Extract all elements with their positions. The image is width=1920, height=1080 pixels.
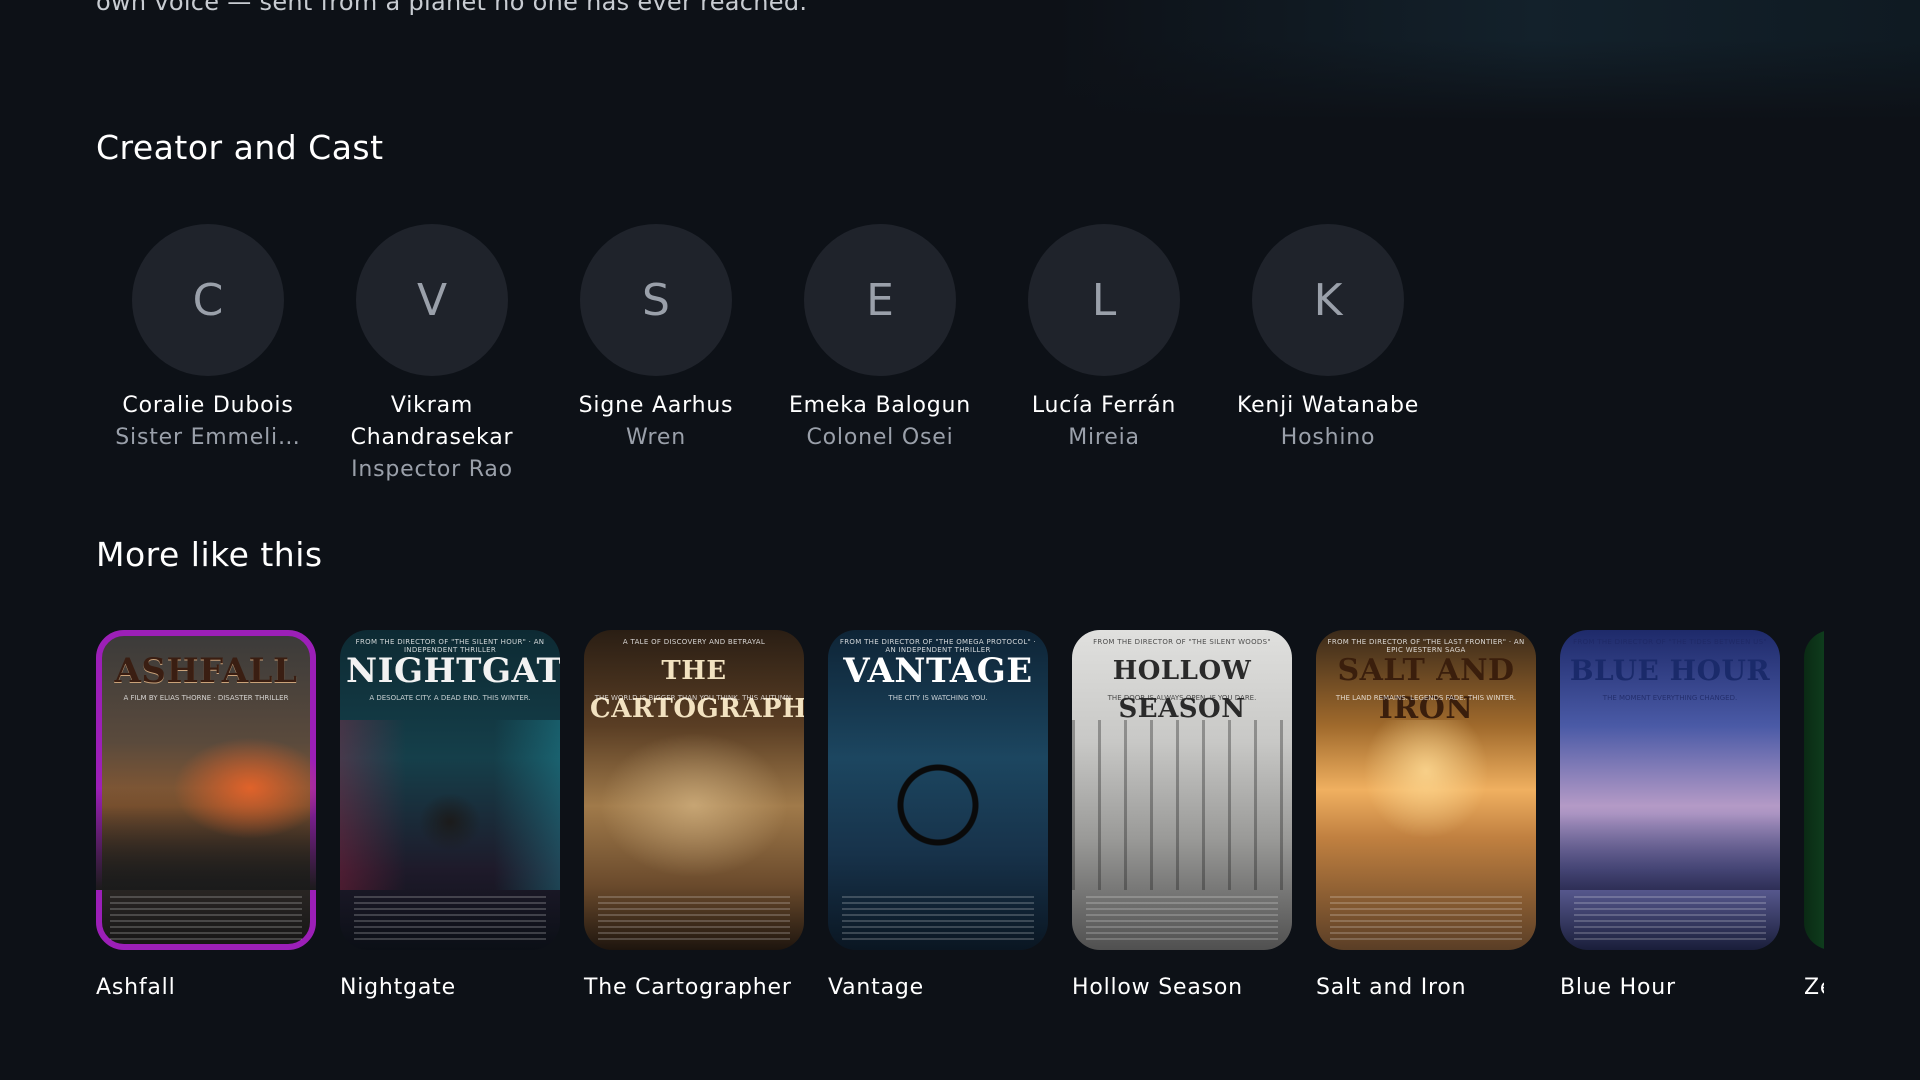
title-label: Ashfall xyxy=(96,975,176,1000)
cast-name: Kenji Watanabe xyxy=(1236,393,1420,418)
poster-credits-block xyxy=(354,896,546,940)
cast-card[interactable]: L Lucía Ferrán Mireia xyxy=(992,224,1216,486)
cast-name: Signe Aarhus xyxy=(578,393,734,418)
poster-subline: A FILM BY ELIAS THORNE · DISASTER THRILL… xyxy=(123,694,289,702)
avatar: C xyxy=(132,224,284,376)
poster-artwork xyxy=(584,720,804,890)
poster-credits-block xyxy=(842,896,1034,940)
poster-artwork xyxy=(1560,720,1780,890)
title-card-hollow-season[interactable]: FROM THE DIRECTOR OF "THE SILENT WOODS" … xyxy=(1072,630,1292,1000)
poster-tagline: A TALE OF DISCOVERY AND BETRAYAL xyxy=(622,638,766,646)
poster-artwork xyxy=(1072,720,1292,890)
poster-subline: THE WORLD IS BIGGER THAN YOU THINK. THIS… xyxy=(594,694,794,702)
poster-headline: HOLLOW SEASON xyxy=(1112,656,1252,724)
synopsis-text: own voice — sent from a planet no one ha… xyxy=(96,0,808,16)
poster-hollow-season[interactable]: FROM THE DIRECTOR OF "THE SILENT WOODS" … xyxy=(1072,630,1292,950)
cast-card[interactable]: K Kenji Watanabe Hoshino xyxy=(1216,224,1440,486)
more-like-this-title: More like this xyxy=(96,535,323,574)
title-label: Hollow Season xyxy=(1072,975,1243,1000)
poster-credits-block xyxy=(1330,896,1522,940)
poster-subline: THE CITY IS WATCHING YOU. xyxy=(888,694,988,702)
avatar: K xyxy=(1252,224,1404,376)
cast-role: Mireia xyxy=(1068,425,1140,450)
poster-credits-block xyxy=(598,896,790,940)
avatar: S xyxy=(580,224,732,376)
cast-name: Coralie Dubois xyxy=(122,393,294,418)
poster-ashfall[interactable]: ASHFALL A FILM BY ELIAS THORNE · DISASTE… xyxy=(96,630,316,950)
poster-subline: A DESOLATE CITY. A DEAD END. THIS WINTER… xyxy=(369,694,531,702)
title-label: Blue Hour xyxy=(1560,975,1676,1000)
poster-credits-block xyxy=(1574,896,1766,940)
poster-artwork xyxy=(828,720,1048,890)
poster-artwork xyxy=(340,720,560,890)
poster-headline: VANTAGE xyxy=(843,651,1033,691)
poster-tagline: FROM THE DIRECTOR OF "THE TIDES BETWEEN … xyxy=(1573,638,1767,646)
title-card-ashfall[interactable]: ASHFALL A FILM BY ELIAS THORNE · DISASTE… xyxy=(96,630,316,1000)
cast-name: Emeka Balogun xyxy=(788,393,972,418)
avatar: V xyxy=(356,224,508,376)
poster-vantage[interactable]: FROM THE DIRECTOR OF "THE OMEGA PROTOCOL… xyxy=(828,630,1048,950)
title-label: Nightgate xyxy=(340,975,456,1000)
poster-credits-block xyxy=(1086,896,1278,940)
poster-the-cartographer[interactable]: A TALE OF DISCOVERY AND BETRAYAL THE CAR… xyxy=(584,630,804,950)
poster-salt-and-iron[interactable]: FROM THE DIRECTOR OF "THE LAST FRONTIER"… xyxy=(1316,630,1536,950)
poster-subline: THE MOMENT EVERYTHING CHANGED. xyxy=(1602,694,1738,702)
title-label: Vantage xyxy=(828,975,924,1000)
cast-role: Hoshino xyxy=(1280,425,1376,450)
poster-headline: THE CARTOGRAPHER xyxy=(590,656,804,724)
cast-role: Wren xyxy=(625,425,686,450)
cast-row: C Coralie Dubois Sister Emmeli… V Vikram… xyxy=(96,224,1440,486)
title-label: Salt and Iron xyxy=(1316,975,1467,1000)
poster-ze[interactable] xyxy=(1804,630,1824,950)
cast-card[interactable]: E Emeka Balogun Colonel Osei xyxy=(768,224,992,486)
cast-name: Lucía Ferrán xyxy=(1031,393,1177,418)
cast-role: Colonel Osei xyxy=(806,425,954,450)
cast-card[interactable]: S Signe Aarhus Wren xyxy=(544,224,768,486)
cast-card[interactable]: V Vikram Chandrasekar Inspector Rao xyxy=(320,224,544,486)
title-card-ze[interactable]: Ze xyxy=(1804,630,1824,1000)
poster-subline: THE LAND REMAINS. LEGENDS FADE. THIS WIN… xyxy=(1335,694,1517,702)
cast-section-title: Creator and Cast xyxy=(96,128,384,167)
poster-subline: THE DOOR IS ALWAYS OPEN. IF YOU DARE. xyxy=(1107,694,1257,702)
title-card-nightgate[interactable]: FROM THE DIRECTOR OF "THE SILENT HOUR" ·… xyxy=(340,630,560,1000)
title-card-salt-and-iron[interactable]: FROM THE DIRECTOR OF "THE LAST FRONTIER"… xyxy=(1316,630,1536,1000)
poster-credits-block xyxy=(110,896,302,940)
title-card-vantage[interactable]: FROM THE DIRECTOR OF "THE OMEGA PROTOCOL… xyxy=(828,630,1048,1000)
poster-headline: NIGHTGATE xyxy=(346,651,560,691)
title-label: The Cartographer xyxy=(584,975,792,1000)
title-card-blue-hour[interactable]: FROM THE DIRECTOR OF "THE TIDES BETWEEN … xyxy=(1560,630,1780,1000)
poster-headline: SALT AND IRON xyxy=(1337,653,1515,726)
cast-role: Sister Emmeli… xyxy=(115,425,301,450)
avatar: L xyxy=(1028,224,1180,376)
poster-blue-hour[interactable]: FROM THE DIRECTOR OF "THE TIDES BETWEEN … xyxy=(1560,630,1780,950)
poster-artwork xyxy=(1316,720,1536,890)
poster-tagline: FROM THE DIRECTOR OF "THE SILENT WOODS" xyxy=(1093,638,1271,646)
cast-card[interactable]: C Coralie Dubois Sister Emmeli… xyxy=(96,224,320,486)
poster-headline: BLUE HOUR xyxy=(1569,654,1771,687)
poster-headline: ASHFALL xyxy=(114,651,298,691)
title-card-the-cartographer[interactable]: A TALE OF DISCOVERY AND BETRAYAL THE CAR… xyxy=(584,630,804,1000)
poster-nightgate[interactable]: FROM THE DIRECTOR OF "THE SILENT HOUR" ·… xyxy=(340,630,560,950)
title-label: Ze xyxy=(1804,975,1824,1000)
posters-row: ASHFALL A FILM BY ELIAS THORNE · DISASTE… xyxy=(96,630,1824,1000)
cast-role: Inspector Rao xyxy=(351,457,513,482)
avatar: E xyxy=(804,224,956,376)
cast-name: Vikram Chandrasekar xyxy=(350,393,514,450)
hero-backdrop-fade xyxy=(0,0,1920,120)
poster-artwork xyxy=(96,720,316,890)
more-like-this-carousel[interactable]: ASHFALL A FILM BY ELIAS THORNE · DISASTE… xyxy=(96,630,1824,1000)
